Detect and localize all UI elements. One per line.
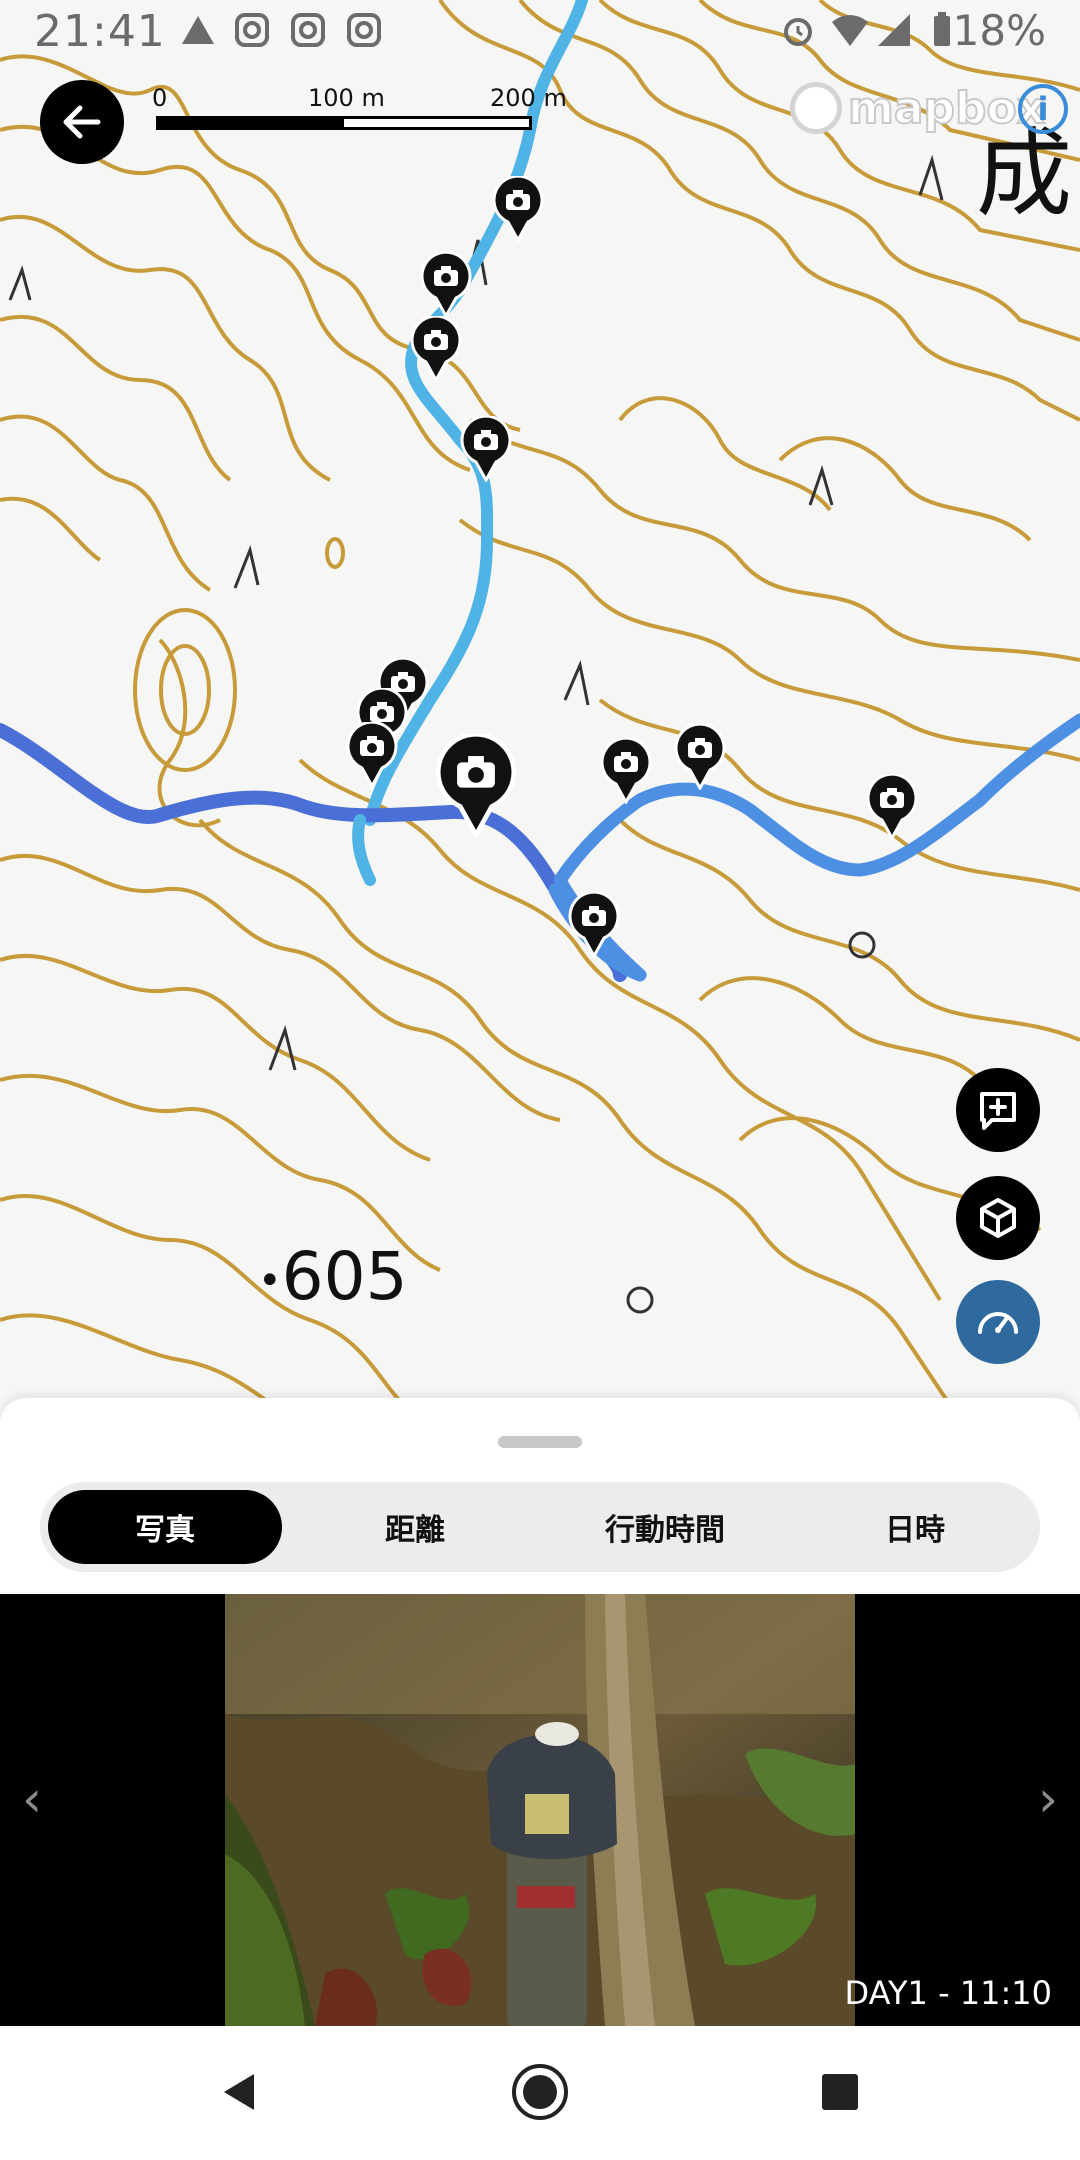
instagram-icon <box>291 13 325 47</box>
photo-viewer[interactable]: ‹ › DAY1 - 11:10 <box>0 1594 1080 2026</box>
speed-button[interactable] <box>956 1280 1040 1364</box>
mapbox-logo[interactable]: mapbox <box>790 80 1046 136</box>
photo-prev-button[interactable]: ‹ <box>22 1770 42 1828</box>
photo-caption: DAY1 - 11:10 <box>844 1974 1053 2012</box>
photo-marker[interactable] <box>492 176 544 242</box>
scale-tick-end: 200 m <box>490 84 567 112</box>
arrow-left-icon <box>63 105 101 139</box>
instagram-icon <box>347 13 381 47</box>
status-bar: 21:41 18% <box>0 0 1080 64</box>
photo-marker[interactable] <box>410 316 462 382</box>
tab-activity-time[interactable]: 行動時間 <box>548 1490 782 1564</box>
system-nav-bar <box>0 2028 1080 2160</box>
scale-tick-mid: 100 m <box>308 84 385 112</box>
photo-marker[interactable] <box>866 774 918 840</box>
instagram-icon <box>235 13 269 47</box>
trail-photo[interactable] <box>225 1594 855 2026</box>
add-photo-icon <box>980 1092 1016 1130</box>
elevation-dot: • <box>258 1257 282 1304</box>
elevation-value: 605 <box>281 1238 408 1315</box>
alert-icon <box>182 16 214 44</box>
recents-square-icon <box>822 2074 858 2110</box>
route-lines <box>0 0 1080 982</box>
photo-marker[interactable] <box>674 724 726 790</box>
photo-next-button[interactable]: › <box>1038 1770 1058 1828</box>
photo-marker[interactable] <box>600 738 652 804</box>
cube-3d-icon <box>980 1198 1016 1238</box>
signal-icon <box>878 14 910 46</box>
back-triangle-icon <box>224 2074 254 2110</box>
tab-bar: 写真 距離 行動時間 日時 <box>40 1482 1040 1572</box>
scale-bar-graphic <box>156 116 532 130</box>
scale-bar: 0 100 m 200 m <box>152 84 572 134</box>
speedometer-icon <box>978 1312 1018 1334</box>
add-photo-button[interactable] <box>956 1068 1040 1152</box>
topo-map[interactable]: •605 成 0 100 m 200 m mapbox i <box>0 0 1080 1420</box>
alarm-icon <box>784 18 812 46</box>
photo-marker[interactable] <box>346 722 398 788</box>
photo-marker[interactable] <box>420 252 472 318</box>
mapbox-wordmark: mapbox <box>847 82 1046 135</box>
wifi-icon <box>832 15 868 46</box>
attribution-info-icon[interactable]: i <box>1018 84 1068 134</box>
home-circle-icon <box>512 2064 568 2120</box>
app-root: •605 成 0 100 m 200 m mapbox i 21:41 18% … <box>0 0 1080 2160</box>
nav-back-button[interactable] <box>208 2060 272 2124</box>
photo-marker[interactable] <box>568 892 620 958</box>
status-time: 21:41 <box>34 6 166 57</box>
3d-view-button[interactable] <box>956 1176 1040 1260</box>
back-button[interactable] <box>40 80 124 164</box>
bottom-sheet: 写真 距離 行動時間 日時 ‹ › DAY1 - 11:10 <box>0 1398 1080 2046</box>
scale-tick-start: 0 <box>152 84 168 112</box>
tab-datetime[interactable]: 日時 <box>798 1490 1032 1564</box>
battery-percent: 18% <box>952 6 1046 55</box>
nav-home-button[interactable] <box>508 2060 572 2124</box>
tab-distance[interactable]: 距離 <box>298 1490 532 1564</box>
photo-marker[interactable] <box>460 416 512 482</box>
elevation-label: •605 <box>258 1238 408 1315</box>
sheet-drag-handle[interactable] <box>498 1436 582 1448</box>
photo-marker-selected[interactable] <box>434 734 518 838</box>
mapbox-mark-icon <box>790 82 842 134</box>
nav-recents-button[interactable] <box>808 2060 872 2124</box>
tab-photos[interactable]: 写真 <box>48 1490 282 1564</box>
photo-image <box>225 1594 855 2026</box>
